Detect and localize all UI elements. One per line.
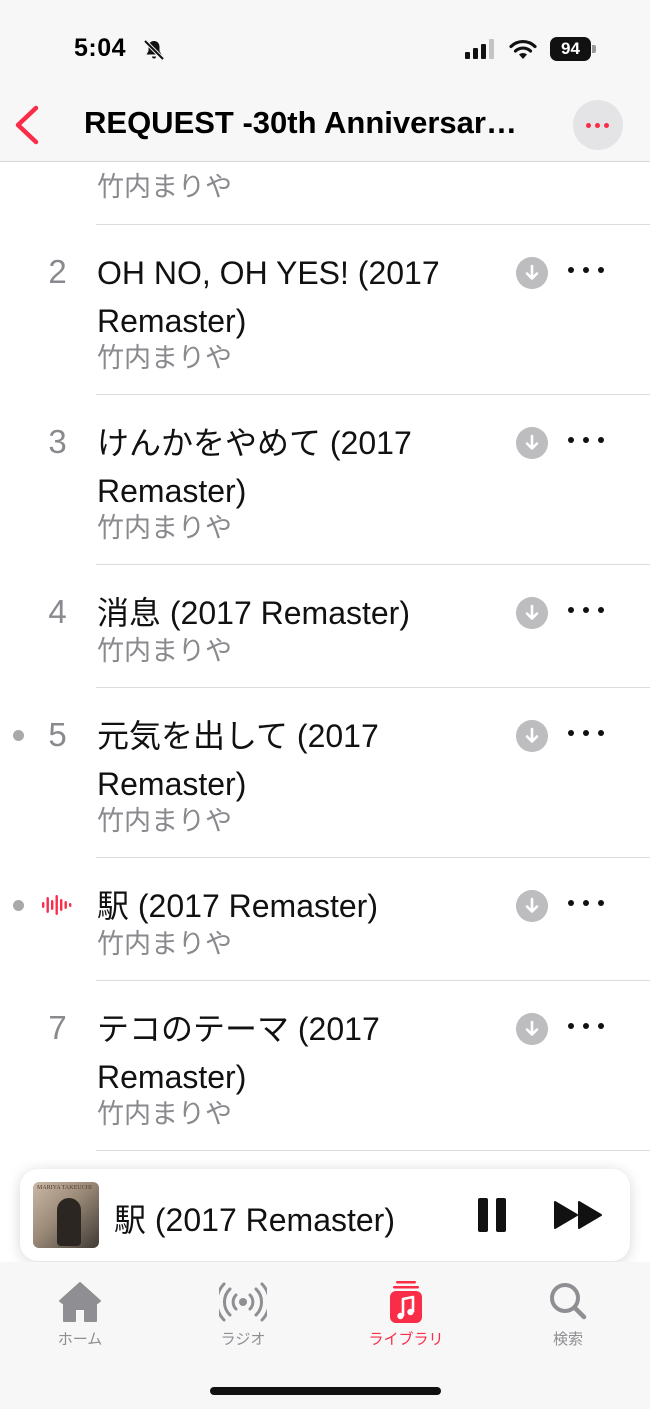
track-artist: 竹内まりや	[97, 513, 232, 543]
battery-indicator: 94	[550, 37, 596, 61]
album-art-text: MARIYA TAKEUCHI	[37, 1185, 92, 1191]
battery-level: 94	[550, 37, 591, 61]
pause-button[interactable]	[478, 1198, 508, 1232]
navigation-bar: REQUEST -30th Anniversar…	[0, 96, 650, 162]
bell-off-icon	[143, 39, 165, 61]
home-indicator[interactable]	[210, 1387, 441, 1395]
track-row-now-playing[interactable]: 駅 (2017 Remaster) 竹内まりや	[0, 858, 650, 981]
cellular-signal-icon	[465, 39, 494, 59]
track-number: 2	[48, 253, 67, 290]
track-number: 7	[48, 1009, 67, 1046]
track-more-button[interactable]	[566, 1009, 606, 1041]
tab-label: 検索	[552, 1331, 583, 1348]
download-icon[interactable]	[516, 890, 548, 922]
status-time: 5:04	[74, 34, 127, 62]
track-more-button[interactable]	[566, 253, 606, 285]
track-title: けんかをやめて (2017 Remaster)	[97, 425, 412, 509]
now-playing-waveform-icon	[42, 895, 72, 915]
track-artist: 竹内まりや	[97, 636, 232, 666]
download-icon[interactable]	[516, 1013, 548, 1045]
track-artist: 竹内まりや	[97, 343, 232, 373]
tab-library[interactable]: ライブラリ	[341, 1280, 471, 1349]
status-bar: 5:04 94	[0, 0, 650, 96]
tab-label: ライブラリ	[368, 1331, 444, 1348]
played-indicator	[13, 730, 24, 741]
album-artwork[interactable]: MARIYA TAKEUCHI	[33, 1182, 99, 1248]
track-artist: 竹内まりや	[97, 1099, 232, 1129]
download-icon[interactable]	[516, 257, 548, 289]
track-title: テコのテーマ (2017 Remaster)	[97, 1011, 380, 1095]
tab-radio[interactable]: ラジオ	[178, 1280, 308, 1349]
mini-player[interactable]: MARIYA TAKEUCHI 駅 (2017 Remaster)	[20, 1169, 630, 1261]
tab-search[interactable]: 検索	[503, 1280, 633, 1349]
tab-label: ラジオ	[220, 1331, 266, 1348]
back-chevron-icon[interactable]	[10, 100, 50, 150]
track-artist: 竹内まりや	[97, 806, 232, 836]
track-title: 駅 (2017 Remaster)	[97, 888, 378, 924]
tab-home[interactable]: ホーム	[15, 1280, 145, 1349]
track-list[interactable]: 竹内まりや 2 OH NO, OH YES! (2017 Remaster) 竹…	[0, 163, 650, 1168]
tab-label: ホーム	[57, 1331, 103, 1348]
track-number: 3	[48, 423, 67, 460]
track-row[interactable]: 3 けんかをやめて (2017 Remaster) 竹内まりや	[0, 395, 650, 565]
track-number: 5	[48, 716, 67, 753]
radio-icon	[219, 1282, 267, 1322]
more-options-button[interactable]	[573, 100, 623, 150]
track-artist: 竹内まりや	[97, 929, 232, 959]
track-more-button[interactable]	[566, 716, 606, 748]
track-more-button[interactable]	[566, 886, 606, 918]
track-artist: 竹内まりや	[97, 172, 232, 202]
download-icon[interactable]	[516, 427, 548, 459]
track-more-button[interactable]	[566, 593, 606, 625]
track-row[interactable]: 4 消息 (2017 Remaster) 竹内まりや	[0, 565, 650, 688]
track-number: 4	[48, 593, 67, 630]
track-row[interactable]: 5 元気を出して (2017 Remaster) 竹内まりや	[0, 688, 650, 858]
track-row[interactable]: 竹内まりや	[0, 163, 650, 225]
played-indicator	[13, 900, 24, 911]
library-icon	[390, 1281, 422, 1323]
download-icon[interactable]	[516, 597, 548, 629]
search-icon	[550, 1283, 587, 1320]
track-title: OH NO, OH YES! (2017 Remaster)	[97, 255, 440, 339]
page-title: REQUEST -30th Anniversar…	[84, 105, 517, 140]
wifi-icon	[509, 39, 537, 59]
now-playing-title[interactable]: 駅 (2017 Remaster)	[114, 1195, 395, 1241]
track-row[interactable]: 7 テコのテーマ (2017 Remaster) 竹内まりや	[0, 981, 650, 1151]
track-more-button[interactable]	[566, 423, 606, 455]
track-row[interactable]: 2 OH NO, OH YES! (2017 Remaster) 竹内まりや	[0, 225, 650, 395]
track-title: 元気を出して (2017 Remaster)	[97, 718, 379, 802]
house-icon	[59, 1282, 101, 1322]
download-icon[interactable]	[516, 720, 548, 752]
track-title: 消息 (2017 Remaster)	[97, 595, 410, 631]
fast-forward-icon[interactable]	[553, 1200, 605, 1230]
